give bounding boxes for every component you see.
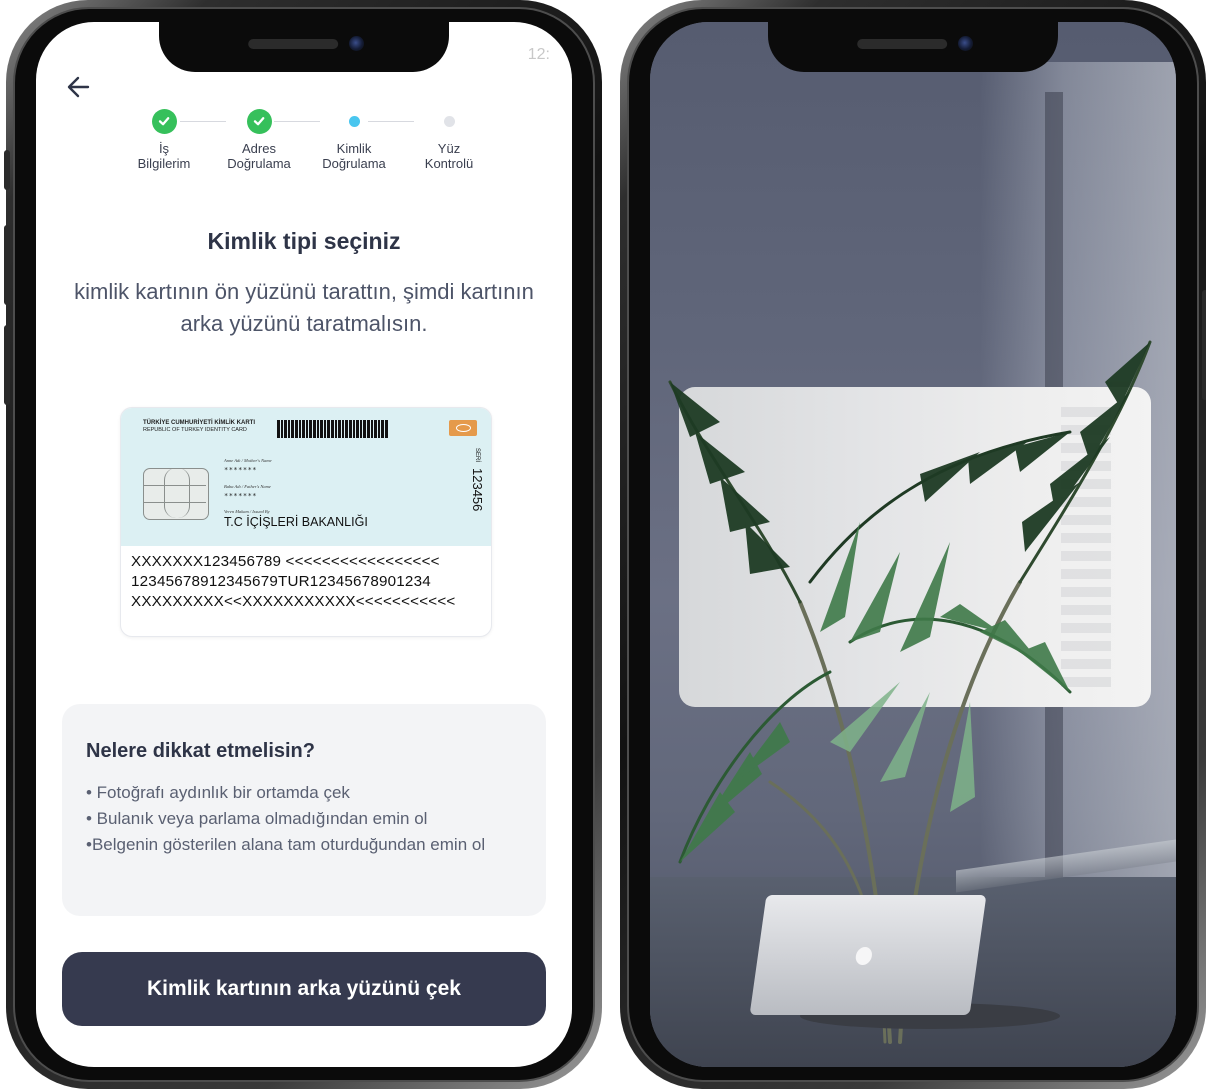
back-button[interactable] <box>62 70 96 104</box>
step-label: İş Bilgilerim <box>137 141 191 171</box>
id-card-country: TÜRKİYE CUMHURİYETİ KİMLİK KARTI REPUBLI… <box>143 420 255 433</box>
tip-item: • Bulanık veya parlama olmadığından emin… <box>86 809 428 828</box>
volume-up-button <box>4 225 10 305</box>
tip-item: • Fotoğrafı aydınlık bir ortamda çek <box>86 783 350 802</box>
status-time: 12: <box>527 46 550 63</box>
laptop-image <box>749 895 987 1015</box>
step-label: Adres Doğrulama <box>227 141 291 171</box>
id-card-back-illustration: TÜRKİYE CUMHURİYETİ KİMLİK KARTI REPUBLI… <box>120 407 492 637</box>
step-yuz-kontrolu: Yüz Kontrolü <box>404 108 494 171</box>
left-screen: 12: İş Bilgilerim Adres Doğrulama Kimlik… <box>36 22 572 1067</box>
barcode-icon <box>277 420 403 438</box>
front-camera <box>349 36 364 51</box>
right-screen <box>650 22 1176 1067</box>
check-icon <box>246 108 272 134</box>
father-name-value: ******* <box>224 492 258 500</box>
front-camera <box>958 36 973 51</box>
speaker <box>857 39 948 49</box>
tips-list: • Fotoğrafı aydınlık bir ortamda çek • B… <box>86 780 516 858</box>
id-card-top: TÜRKİYE CUMHURİYETİ KİMLİK KARTI REPUBLI… <box>121 408 491 546</box>
page-subtitle: kimlik kartının ön yüzünü tarattın, şimd… <box>74 279 534 336</box>
notch <box>159 22 449 72</box>
speaker <box>248 39 339 49</box>
capture-back-button[interactable]: Kimlik kartının arka yüzünü çek <box>62 952 546 1026</box>
power-button <box>1202 290 1206 400</box>
arrow-left-icon <box>67 76 90 98</box>
step-adres-dogrulama: Adres Doğrulama <box>214 108 304 171</box>
serial-number: SERİ123456 <box>470 448 485 512</box>
volume-down-button <box>4 325 10 405</box>
tips-box: Nelere dikkat etmelisin? • Fotoğrafı ayd… <box>62 704 546 916</box>
step-kimlik-dogrulama: Kimlik Doğrulama <box>309 108 399 171</box>
progress-stepper: İş Bilgilerim Adres Doğrulama Kimlik Doğ… <box>36 108 572 178</box>
check-icon <box>151 108 177 134</box>
tip-item: •Belgenin gösterilen alana tam oturduğun… <box>86 835 486 854</box>
chip-icon <box>143 468 209 520</box>
page-title: Kimlik tipi seçiniz <box>207 228 401 254</box>
mrz-zone: XXXXXXX123456789 <<<<<<<<<<<<<<<<< 12345… <box>131 553 456 610</box>
issuer-label: Veren Makam / Issued By <box>224 509 270 514</box>
mute-switch <box>4 150 10 190</box>
phone-right <box>620 0 1206 1089</box>
tips-title: Nelere dikkat etmelisin? <box>86 740 315 762</box>
phone-left: 12: İş Bilgilerim Adres Doğrulama Kimlik… <box>4 0 602 1089</box>
step-label: Yüz Kontrolü <box>424 141 474 171</box>
pending-step-dot <box>443 115 455 127</box>
camera-preview <box>650 22 1176 1067</box>
mother-name-value: ******* <box>224 466 258 474</box>
issuer-value: T.C İÇİŞLERİ BAKANLIĞI <box>224 515 368 529</box>
mother-name-label: Anne Adı / Mother's Name <box>224 458 272 463</box>
father-name-label: Baba Adı / Father's Name <box>224 484 271 489</box>
chip-small-icon <box>449 420 477 436</box>
notch <box>768 22 1058 72</box>
step-is-bilgilerim: İş Bilgilerim <box>119 108 209 171</box>
step-label: Kimlik Doğrulama <box>322 141 386 171</box>
active-step-dot <box>348 115 360 127</box>
